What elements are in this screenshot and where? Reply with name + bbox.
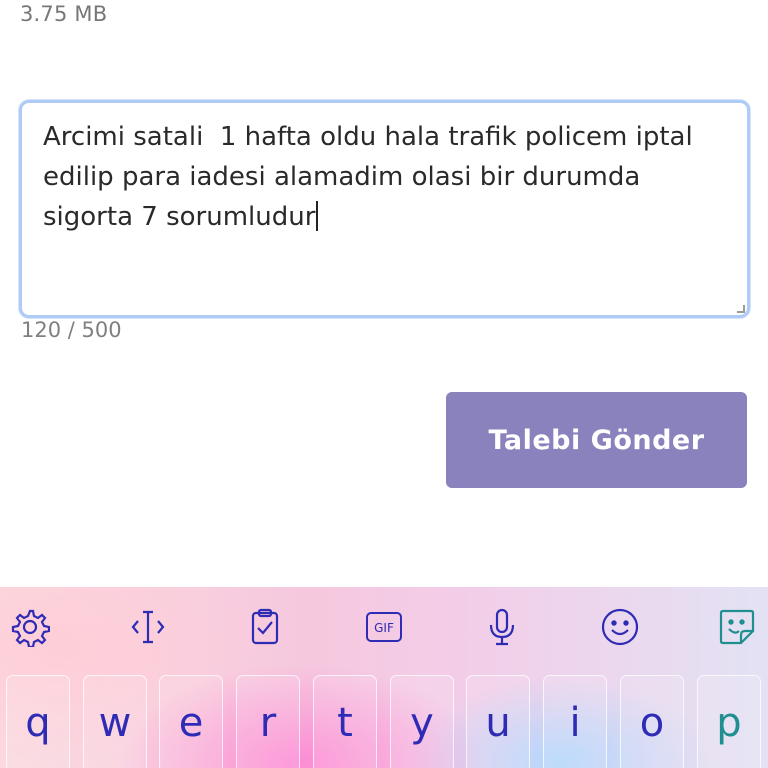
submit-request-button[interactable]: Talebi Gönder <box>446 392 747 488</box>
attachment-size: 3.75 MB <box>20 2 108 26</box>
key-r[interactable]: r <box>236 675 300 768</box>
cursor-icon[interactable] <box>126 605 170 649</box>
gear-icon[interactable] <box>8 605 52 649</box>
key-w[interactable]: w <box>83 675 147 768</box>
emoji-icon[interactable] <box>598 605 642 649</box>
character-counter: 120 / 500 <box>21 318 122 342</box>
soft-keyboard: GIF q w e r t y u i o p <box>0 587 768 768</box>
key-o[interactable]: o <box>620 675 684 768</box>
gif-label: GIF <box>374 621 394 635</box>
sticker-icon[interactable] <box>715 605 759 649</box>
key-i[interactable]: i <box>543 675 607 768</box>
microphone-icon[interactable] <box>480 605 524 649</box>
message-content: Arcimi satali 1 hafta oldu hala trafik p… <box>43 122 701 232</box>
key-u[interactable]: u <box>466 675 530 768</box>
keyboard-toolbar: GIF <box>0 587 768 667</box>
message-text: Arcimi satali 1 hafta oldu hala trafik p… <box>43 117 727 237</box>
text-caret <box>316 201 319 231</box>
key-q[interactable]: q <box>6 675 70 768</box>
key-y[interactable]: y <box>390 675 454 768</box>
message-textarea[interactable]: Arcimi satali 1 hafta oldu hala trafik p… <box>19 100 750 318</box>
keyboard-row-top: q w e r t y u i o p <box>0 675 768 768</box>
gif-icon[interactable]: GIF <box>362 605 406 649</box>
key-p[interactable]: p <box>697 675 761 768</box>
key-e[interactable]: e <box>159 675 223 768</box>
key-t[interactable]: t <box>313 675 377 768</box>
clipboard-icon[interactable] <box>243 605 287 649</box>
resize-handle[interactable] <box>737 305 745 313</box>
